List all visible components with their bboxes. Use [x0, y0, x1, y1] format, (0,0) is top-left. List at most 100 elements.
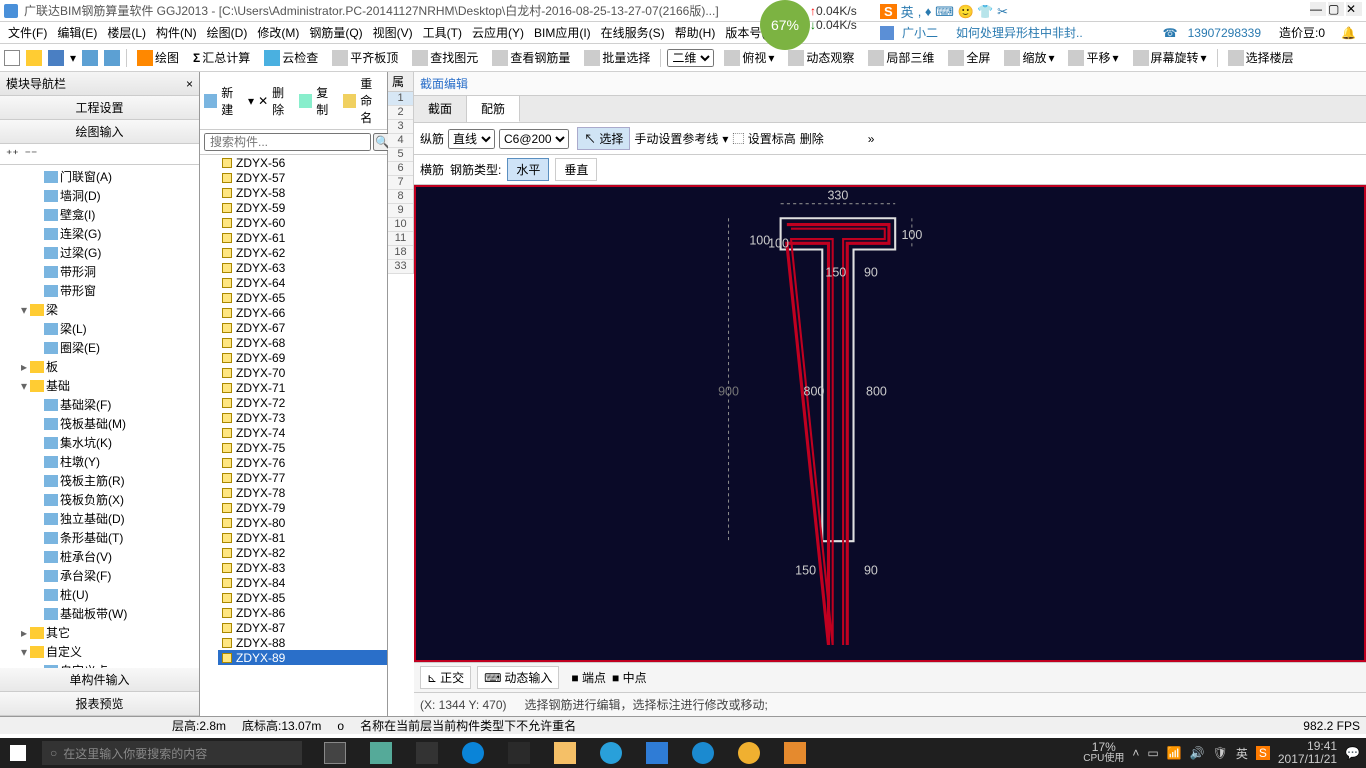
expand-icon[interactable]: ⁺⁺	[6, 147, 19, 161]
tray-up-icon[interactable]: ˄	[1132, 746, 1139, 760]
close-button[interactable]: ✕	[1346, 2, 1362, 16]
delete-rebar-button[interactable]: 删除	[800, 130, 824, 147]
row-number[interactable]: 2	[388, 106, 413, 120]
list-item[interactable]: ZDYX-61	[218, 230, 387, 245]
section-canvas[interactable]: 330 100 100 100 150 90 800 800 900 150 9	[414, 185, 1366, 662]
list-item[interactable]: ZDYX-81	[218, 530, 387, 545]
user-name[interactable]: 广小二	[898, 22, 942, 43]
tree-node[interactable]: 承台梁(F)	[0, 566, 199, 585]
copy-icon[interactable]	[299, 94, 312, 108]
list-item[interactable]: ZDYX-66	[218, 305, 387, 320]
tree-node[interactable]: ▸其它	[0, 623, 199, 642]
tree-node[interactable]: ▾梁	[0, 300, 199, 319]
delete-button[interactable]: 删除	[272, 84, 295, 118]
tree-node[interactable]: 带形洞	[0, 262, 199, 281]
list-item[interactable]: ZDYX-73	[218, 410, 387, 425]
spec-select[interactable]: C6@200	[499, 129, 569, 149]
ime-lang[interactable]: 英	[901, 2, 914, 21]
new-icon[interactable]	[204, 94, 217, 108]
nav-tab-settings[interactable]: 工程设置	[0, 96, 199, 120]
list-item[interactable]: ZDYX-69	[218, 350, 387, 365]
edge-icon[interactable]	[450, 738, 496, 768]
tree-node[interactable]: 桩承台(V)	[0, 547, 199, 566]
new-file-icon[interactable]	[4, 50, 20, 66]
menu-file[interactable]: 文件(F)	[4, 22, 51, 43]
dyn-input-button[interactable]: ⌨ 动态输入	[477, 666, 559, 689]
save-icon[interactable]	[48, 50, 64, 66]
list-item[interactable]: ZDYX-63	[218, 260, 387, 275]
nav-tab-draw[interactable]: 绘图输入	[0, 120, 199, 144]
list-item[interactable]: ZDYX-77	[218, 470, 387, 485]
tab-section[interactable]: 截面	[414, 96, 467, 122]
set-elev-button[interactable]: ⬚ 设置标高	[732, 130, 795, 147]
row-number[interactable]: 10	[388, 218, 413, 232]
list-item[interactable]: ZDYX-83	[218, 560, 387, 575]
sogou-logo[interactable]: S	[880, 4, 897, 19]
row-number[interactable]: 18	[388, 246, 413, 260]
menu-tools[interactable]: 工具(T)	[419, 22, 466, 43]
row-number[interactable]: 9	[388, 204, 413, 218]
menu-cloud[interactable]: 云应用(Y)	[468, 22, 528, 43]
tree-node[interactable]: 门联窗(A)	[0, 167, 199, 186]
tree-node[interactable]: 独立基础(D)	[0, 509, 199, 528]
tree-node[interactable]: 筏板基础(M)	[0, 414, 199, 433]
list-item[interactable]: ZDYX-70	[218, 365, 387, 380]
new-button[interactable]: 新建	[221, 84, 244, 118]
row-number[interactable]: 6	[388, 162, 413, 176]
menu-bim[interactable]: BIM应用(I)	[530, 22, 595, 43]
row-number[interactable]: 11	[388, 232, 413, 246]
taskbar-search[interactable]: ○ 在这里输入你要搜索的内容	[42, 741, 302, 765]
dynamic-view-button[interactable]: 动态观察	[784, 47, 858, 68]
view-rebar-button[interactable]: 查看钢筋量	[488, 47, 574, 68]
menu-help[interactable]: 帮助(H)	[671, 22, 720, 43]
nav-close-icon[interactable]: ×	[186, 77, 193, 91]
maximize-button[interactable]: ▢	[1328, 2, 1344, 16]
row-number[interactable]: 8	[388, 190, 413, 204]
task-view-icon[interactable]	[312, 738, 358, 768]
menu-component[interactable]: 构件(N)	[152, 22, 201, 43]
list-item[interactable]: ZDYX-85	[218, 590, 387, 605]
line-select[interactable]: 直线	[448, 129, 495, 149]
tree-node[interactable]: 梁(L)	[0, 319, 199, 338]
tree-node[interactable]: 集水坑(K)	[0, 433, 199, 452]
open-file-icon[interactable]	[26, 50, 42, 66]
sum-button[interactable]: Σ汇总计算	[189, 47, 254, 68]
select-button[interactable]: ↖ 选择	[577, 127, 630, 150]
find-element-button[interactable]: 查找图元	[408, 47, 482, 68]
delete-icon[interactable]: ✕	[258, 94, 268, 108]
menu-floor[interactable]: 楼层(L)	[103, 22, 150, 43]
component-list[interactable]: ZDYX-56ZDYX-57ZDYX-58ZDYX-59ZDYX-60ZDYX-…	[200, 155, 387, 716]
menu-draw[interactable]: 绘图(D)	[203, 22, 252, 43]
prop-label[interactable]: 属性	[388, 72, 414, 91]
start-button[interactable]	[0, 738, 36, 768]
select-floor-button[interactable]: 选择楼层	[1224, 47, 1298, 68]
tree-node[interactable]: 圈梁(E)	[0, 338, 199, 357]
list-item[interactable]: ZDYX-76	[218, 455, 387, 470]
tree-node[interactable]: 墙洞(D)	[0, 186, 199, 205]
dropdown-icon[interactable]: ▾	[70, 51, 76, 65]
collapse-icon[interactable]: ⁻⁻	[25, 147, 38, 161]
cpu-meter[interactable]: 17%CPU使用	[1083, 741, 1124, 765]
cloud-check-button[interactable]: 云检查	[260, 47, 322, 68]
list-item[interactable]: ZDYX-56	[218, 155, 387, 170]
endpoint-snap[interactable]: ■ 端点	[571, 669, 606, 686]
tree-node[interactable]: 自定义点	[0, 661, 199, 668]
ortho-button[interactable]: ⊾ 正交	[420, 666, 471, 689]
rotate-button[interactable]: 屏幕旋转▾	[1129, 47, 1211, 68]
list-item[interactable]: ZDYX-68	[218, 335, 387, 350]
tray-sogou-icon[interactable]: S	[1256, 746, 1270, 760]
tray-defender-icon[interactable]: 🛡	[1213, 746, 1228, 760]
tree-node[interactable]: 连梁(G)	[0, 224, 199, 243]
component-search-input[interactable]	[204, 133, 371, 151]
horizontal-button[interactable]: 水平	[507, 158, 549, 181]
vertical-button[interactable]: 垂直	[555, 158, 597, 181]
list-item[interactable]: ZDYX-67	[218, 320, 387, 335]
list-item[interactable]: ZDYX-59	[218, 200, 387, 215]
tree-node[interactable]: 过梁(G)	[0, 243, 199, 262]
explorer-icon[interactable]	[542, 738, 588, 768]
tree-node[interactable]: ▾自定义	[0, 642, 199, 661]
local-3d-button[interactable]: 局部三维	[864, 47, 938, 68]
rename-icon[interactable]	[343, 94, 356, 108]
tree-node[interactable]: 条形基础(T)	[0, 528, 199, 547]
menu-rebar[interactable]: 钢筋量(Q)	[305, 22, 366, 43]
